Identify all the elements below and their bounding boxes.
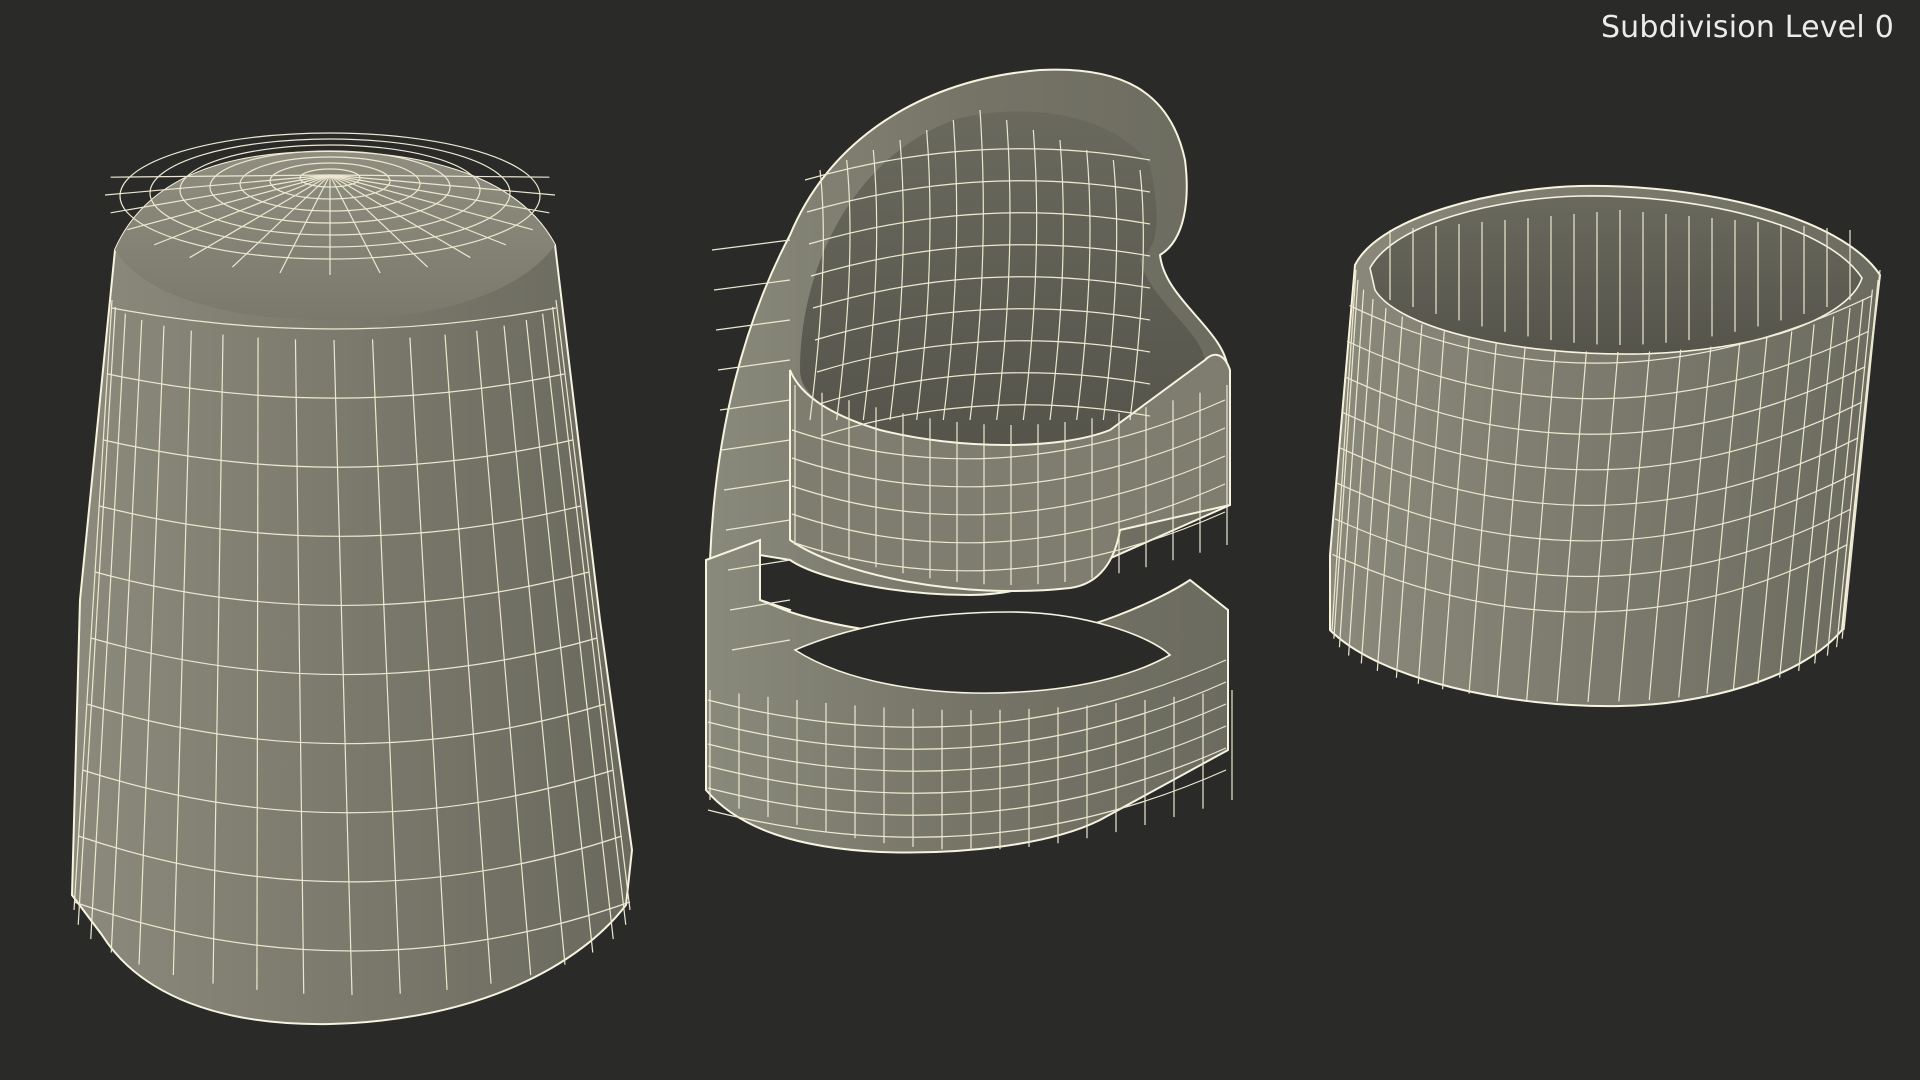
- ring-band-mesh[interactable]: [1329, 184, 1882, 708]
- subdivision-level-label: Subdivision Level 0: [1600, 10, 1894, 45]
- finger-guard-mesh[interactable]: [704, 68, 1233, 854]
- thimble-cap-mesh[interactable]: [70, 132, 634, 1026]
- 3d-viewport[interactable]: Subdivision Level 0: [0, 0, 1920, 1080]
- mesh-render-canvas[interactable]: [0, 0, 1920, 1080]
